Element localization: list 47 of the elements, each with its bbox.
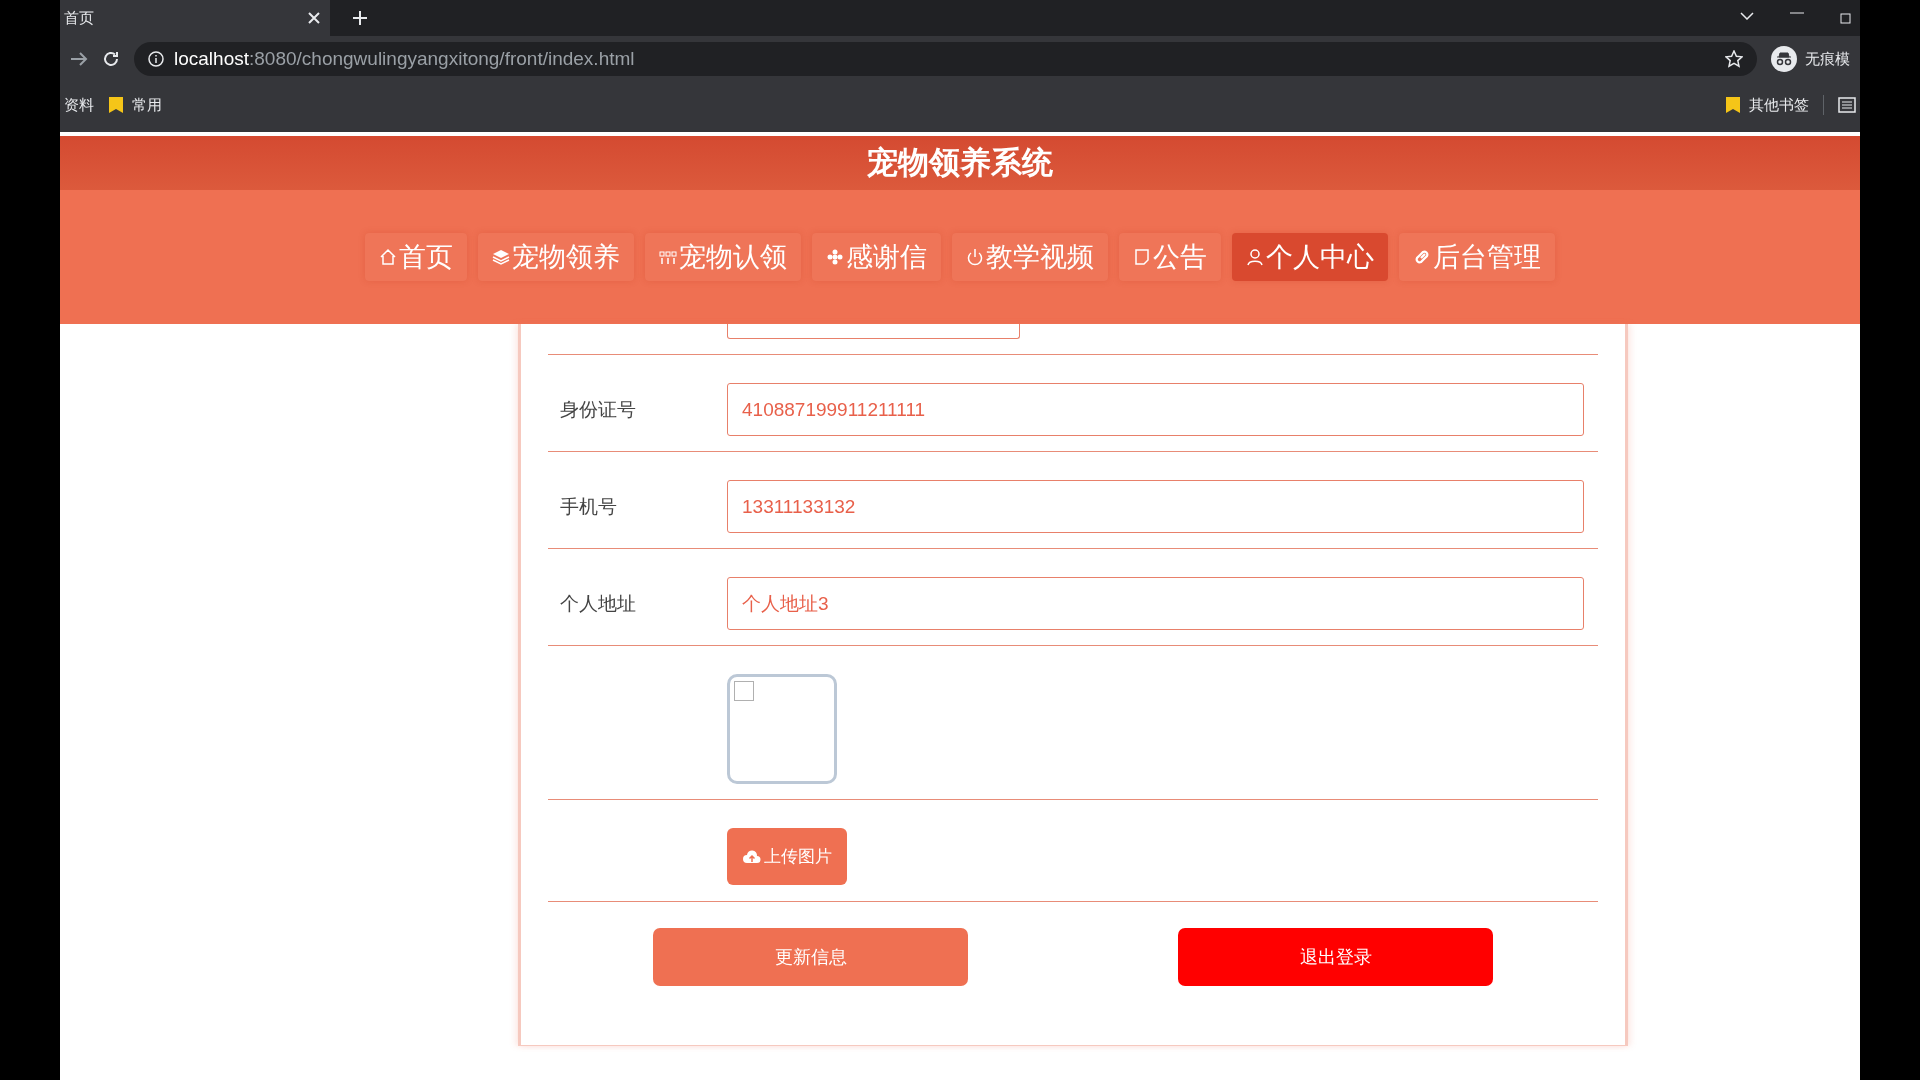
nav-tab[interactable]: 公告 (1119, 233, 1221, 281)
chevron-down-icon[interactable] (1740, 12, 1754, 20)
reload-icon[interactable] (102, 50, 120, 68)
cloud-upload-icon (742, 849, 761, 864)
nav-tab[interactable]: 后台管理 (1399, 233, 1555, 281)
reading-list-icon[interactable] (1838, 97, 1856, 113)
home-icon (379, 248, 397, 266)
bookmark-item[interactable]: 资料 (64, 95, 94, 115)
nav-tab[interactable]: 感谢信 (812, 233, 941, 281)
url-text: localhost:8080/chongwulingyangxitong/front/index.html (174, 48, 635, 70)
nav-tab[interactable]: 宠物领养 (478, 233, 634, 281)
browser-tab[interactable]: 首页 (60, 0, 330, 36)
field-label: 个人地址 (559, 591, 637, 616)
upload-button[interactable]: 上传图片 (727, 828, 847, 885)
nav-tab[interactable]: 宠物认领 (645, 233, 801, 281)
nav-tab[interactable]: 个人中心 (1232, 233, 1388, 281)
nav-tab[interactable]: 首页 (365, 233, 467, 281)
layers-icon (492, 248, 510, 266)
info-icon[interactable] (148, 51, 164, 67)
star-icon[interactable] (1725, 50, 1743, 68)
input-field[interactable]: 13311133132 (727, 480, 1584, 533)
new-tab-icon[interactable] (352, 10, 368, 26)
image-placeholder-icon (734, 681, 754, 701)
nav-tab[interactable]: 教学视频 (952, 233, 1108, 281)
input-field[interactable] (727, 324, 1020, 339)
update-button[interactable]: 更新信息 (653, 928, 968, 986)
flower-icon (826, 248, 844, 266)
grid-icon (659, 248, 677, 266)
incognito-icon[interactable] (1771, 46, 1797, 72)
field-label: 身份证号 (559, 397, 637, 422)
bookmark-folder[interactable]: 其他书签 (1749, 95, 1809, 115)
bookmark-folder[interactable]: 常用 (132, 95, 162, 115)
field-label: 手机号 (559, 494, 618, 519)
link-icon (1413, 248, 1431, 266)
logout-button[interactable]: 退出登录 (1178, 928, 1493, 986)
note-icon (1133, 248, 1151, 266)
address-bar[interactable]: localhost:8080/chongwulingyangxitong/front/index.html (134, 42, 1757, 76)
user-icon (1246, 248, 1264, 266)
input-field[interactable]: 个人地址3 (727, 577, 1584, 630)
tab-title: 首页 (64, 8, 94, 28)
power-icon (966, 248, 984, 266)
close-icon[interactable] (308, 12, 320, 24)
input-field[interactable]: 410887199911211111 (727, 383, 1584, 436)
site-title: 宠物领养系统 (867, 144, 1053, 182)
restore-icon[interactable] (1840, 12, 1852, 24)
forward-icon[interactable] (70, 51, 88, 67)
profile-label[interactable]: 无痕模 (1805, 49, 1850, 69)
